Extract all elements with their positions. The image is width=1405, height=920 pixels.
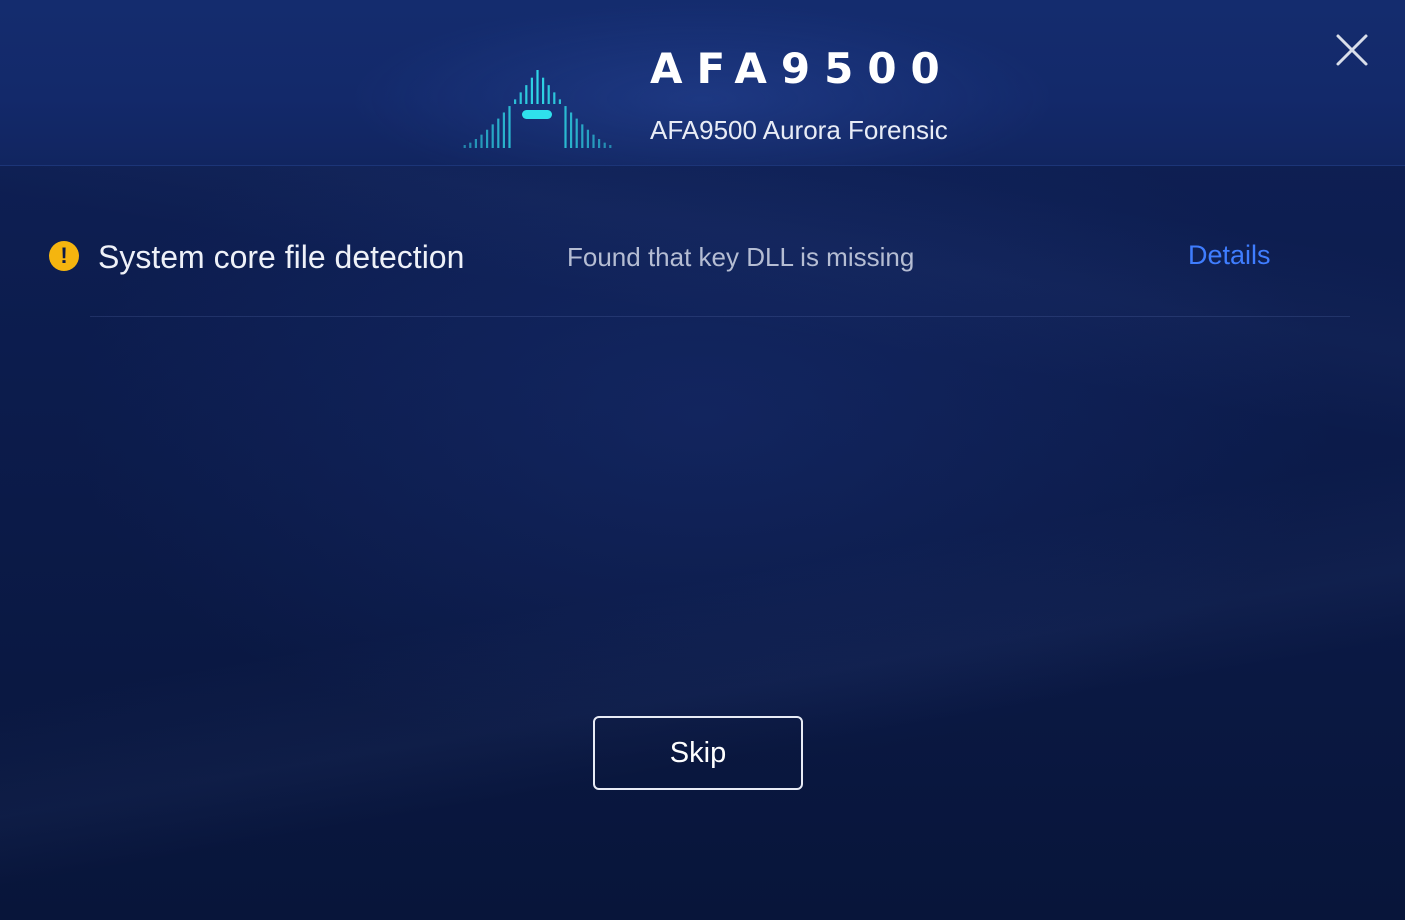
warning-icon: ! bbox=[49, 241, 79, 271]
logo-bar bbox=[564, 106, 567, 148]
logo-bar bbox=[497, 118, 500, 148]
logo-bar bbox=[514, 99, 517, 104]
logo-bar bbox=[586, 129, 589, 148]
signal-bars-logo-icon bbox=[463, 70, 612, 148]
app-title: AFA9500 bbox=[650, 44, 954, 93]
logo-bar bbox=[463, 145, 466, 148]
header-banner: AFA9500 AFA9500 Aurora Forensic bbox=[0, 0, 1405, 166]
logo-bar bbox=[480, 134, 483, 148]
logo-bar bbox=[553, 92, 556, 104]
app-subtitle: AFA9500 Aurora Forensic bbox=[650, 115, 948, 145]
logo-bar bbox=[491, 124, 494, 148]
logo-bar bbox=[536, 70, 539, 104]
logo-bar bbox=[570, 112, 573, 148]
logo-bar bbox=[575, 118, 578, 148]
logo-bar bbox=[486, 129, 489, 148]
detection-result: Found that key DLL is missing bbox=[567, 242, 915, 272]
logo-bar bbox=[525, 85, 528, 104]
logo-bar bbox=[502, 112, 505, 148]
logo-bar bbox=[474, 139, 477, 148]
logo-bar bbox=[592, 134, 595, 148]
logo-bar bbox=[598, 139, 601, 148]
logo-bar bbox=[530, 77, 533, 104]
detection-label: System core file detection bbox=[98, 239, 465, 275]
logo-bar bbox=[558, 99, 561, 104]
logo-bar bbox=[581, 124, 584, 148]
logo-bar bbox=[542, 77, 545, 104]
details-link[interactable]: Details bbox=[1188, 238, 1271, 272]
logo-bar bbox=[519, 92, 522, 104]
app-window: AFA9500 AFA9500 Aurora Forensic ! System… bbox=[0, 0, 1405, 920]
logo-bar bbox=[508, 106, 511, 148]
logo-bar bbox=[603, 142, 606, 148]
close-icon[interactable] bbox=[1330, 28, 1374, 72]
logo-bar bbox=[469, 142, 472, 148]
row-divider bbox=[90, 316, 1350, 317]
logo-bar bbox=[547, 85, 550, 104]
skip-button[interactable]: Skip bbox=[593, 716, 803, 790]
logo-bar bbox=[609, 145, 612, 148]
detection-row: ! System core file detection Found that … bbox=[0, 220, 1405, 295]
